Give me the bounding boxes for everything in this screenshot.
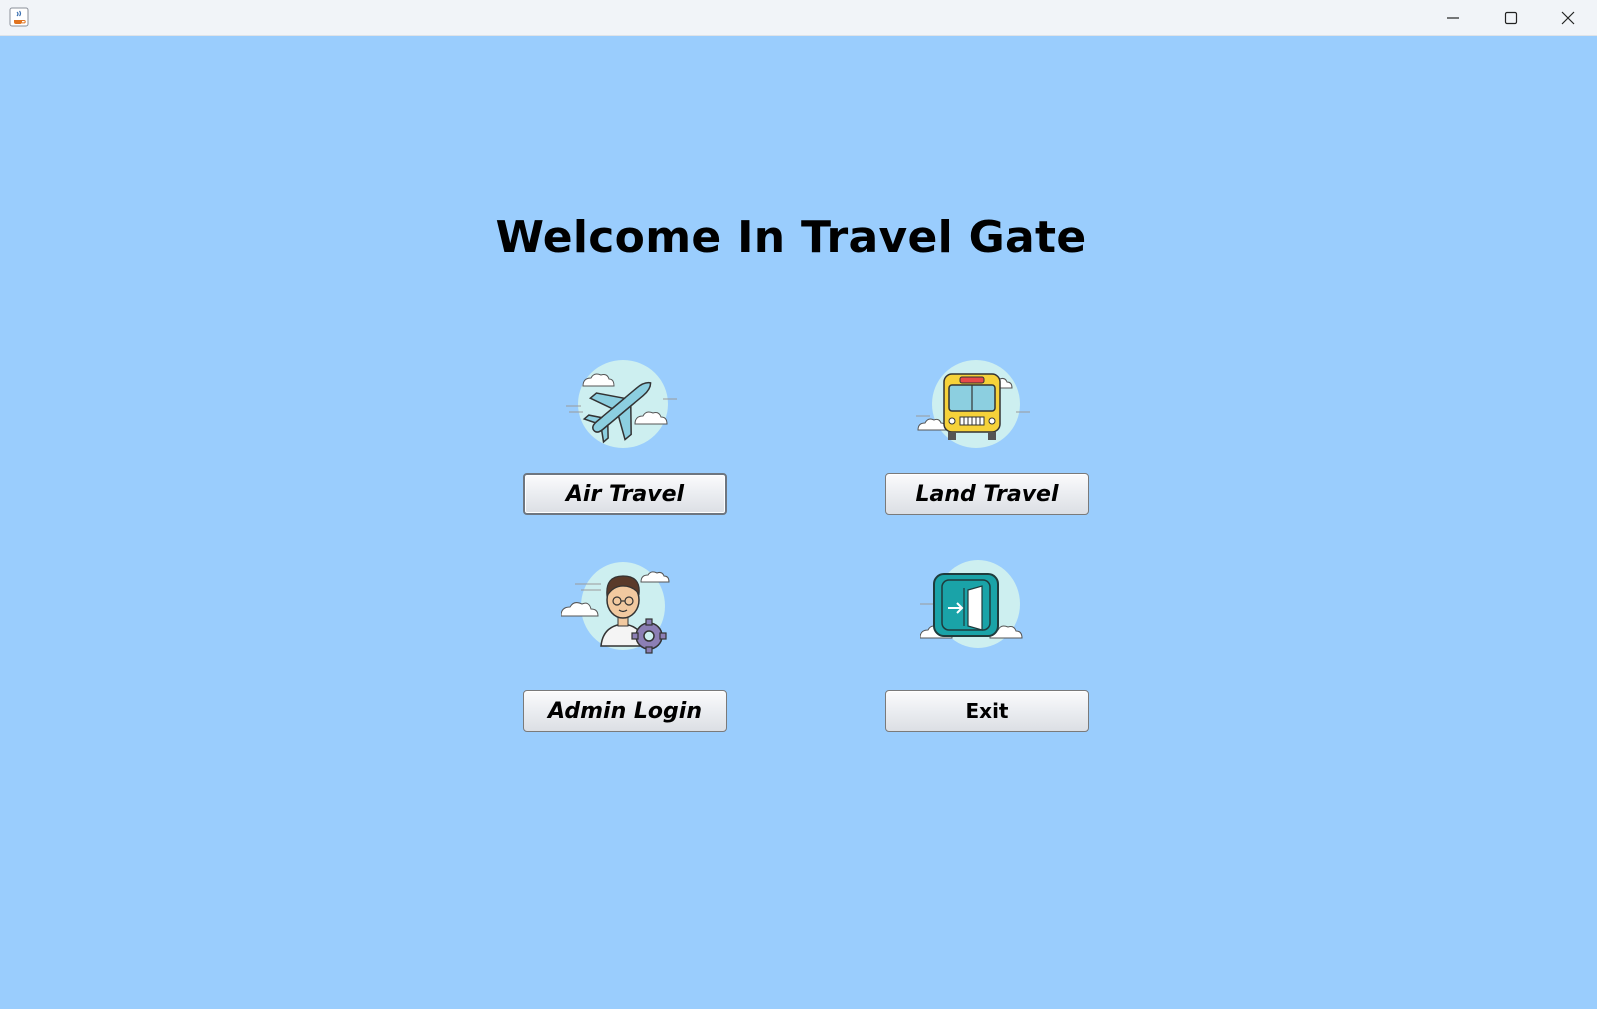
window-title-bar xyxy=(0,0,1597,36)
maximize-icon xyxy=(1504,11,1518,25)
land-travel-button[interactable]: Land Travel xyxy=(885,473,1089,515)
exit-button[interactable]: Exit xyxy=(885,690,1089,732)
airplane-icon xyxy=(566,360,677,448)
bus-icon xyxy=(916,360,1030,448)
close-button[interactable] xyxy=(1539,0,1597,36)
air-travel-button[interactable]: Air Travel xyxy=(523,473,727,515)
admin-login-button[interactable]: Admin Login xyxy=(523,690,727,732)
minimize-icon xyxy=(1447,17,1459,19)
close-icon xyxy=(1561,11,1575,25)
minimize-button[interactable] xyxy=(1424,0,1482,36)
admin-person-icon xyxy=(561,562,670,654)
main-panel: Welcome In Travel Gate Air Travel Land T… xyxy=(0,36,1597,1009)
java-cup-icon xyxy=(9,7,29,27)
page-title: Welcome In Travel Gate xyxy=(495,212,1087,263)
maximize-button[interactable] xyxy=(1482,0,1540,36)
exit-door-icon xyxy=(920,560,1023,648)
